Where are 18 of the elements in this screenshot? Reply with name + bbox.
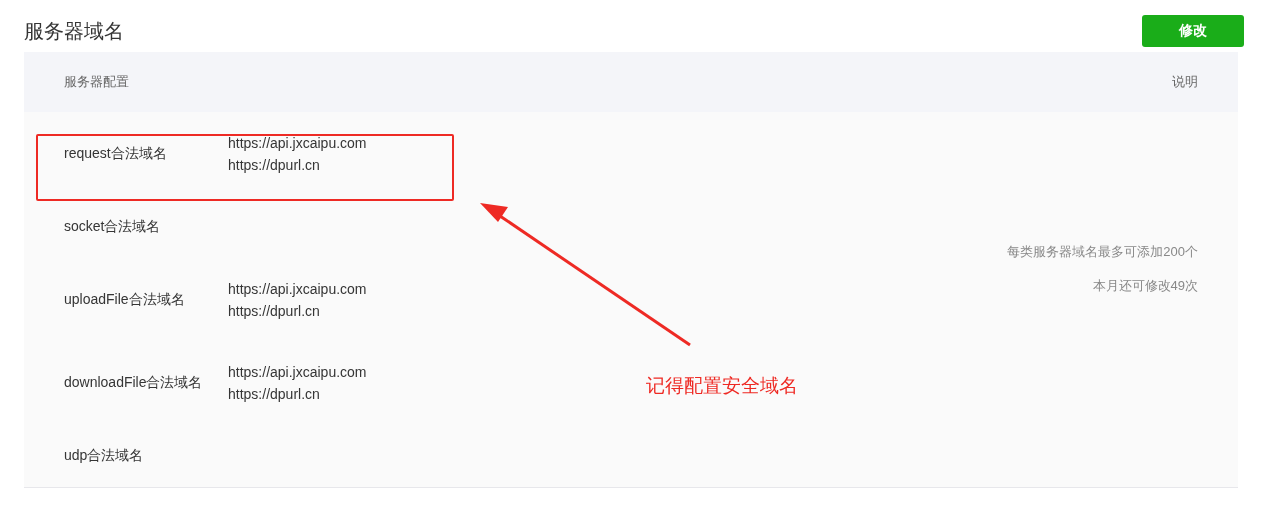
domain-text: https://dpurl.cn bbox=[228, 384, 321, 404]
domain-text: https://api.jxcaipu.com bbox=[228, 133, 367, 153]
row-label: downloadFile合法域名 bbox=[64, 373, 204, 392]
row-label: socket合法域名 bbox=[64, 217, 162, 236]
page-title: 服务器域名 bbox=[24, 18, 124, 44]
row-label: uploadFile合法域名 bbox=[64, 290, 186, 309]
edit-button[interactable]: 修改 bbox=[1142, 14, 1244, 47]
annotation-text: 记得配置安全域名 bbox=[646, 374, 798, 398]
domain-text: https://api.jxcaipu.com bbox=[228, 279, 367, 299]
domain-text: https://api.jxcaipu.com bbox=[228, 362, 367, 382]
note-text: 每类服务器域名最多可添加200个 bbox=[1007, 243, 1198, 261]
column-header: 服务器配置 bbox=[64, 73, 129, 92]
domain-text: https://dpurl.cn bbox=[228, 301, 321, 321]
column-header: 说明 bbox=[1172, 73, 1198, 92]
row-label: udp合法域名 bbox=[64, 446, 145, 465]
row-label: request合法域名 bbox=[64, 144, 168, 163]
note-text: 本月还可修改49次 bbox=[1092, 276, 1198, 295]
domain-text: https://dpurl.cn bbox=[228, 155, 321, 175]
